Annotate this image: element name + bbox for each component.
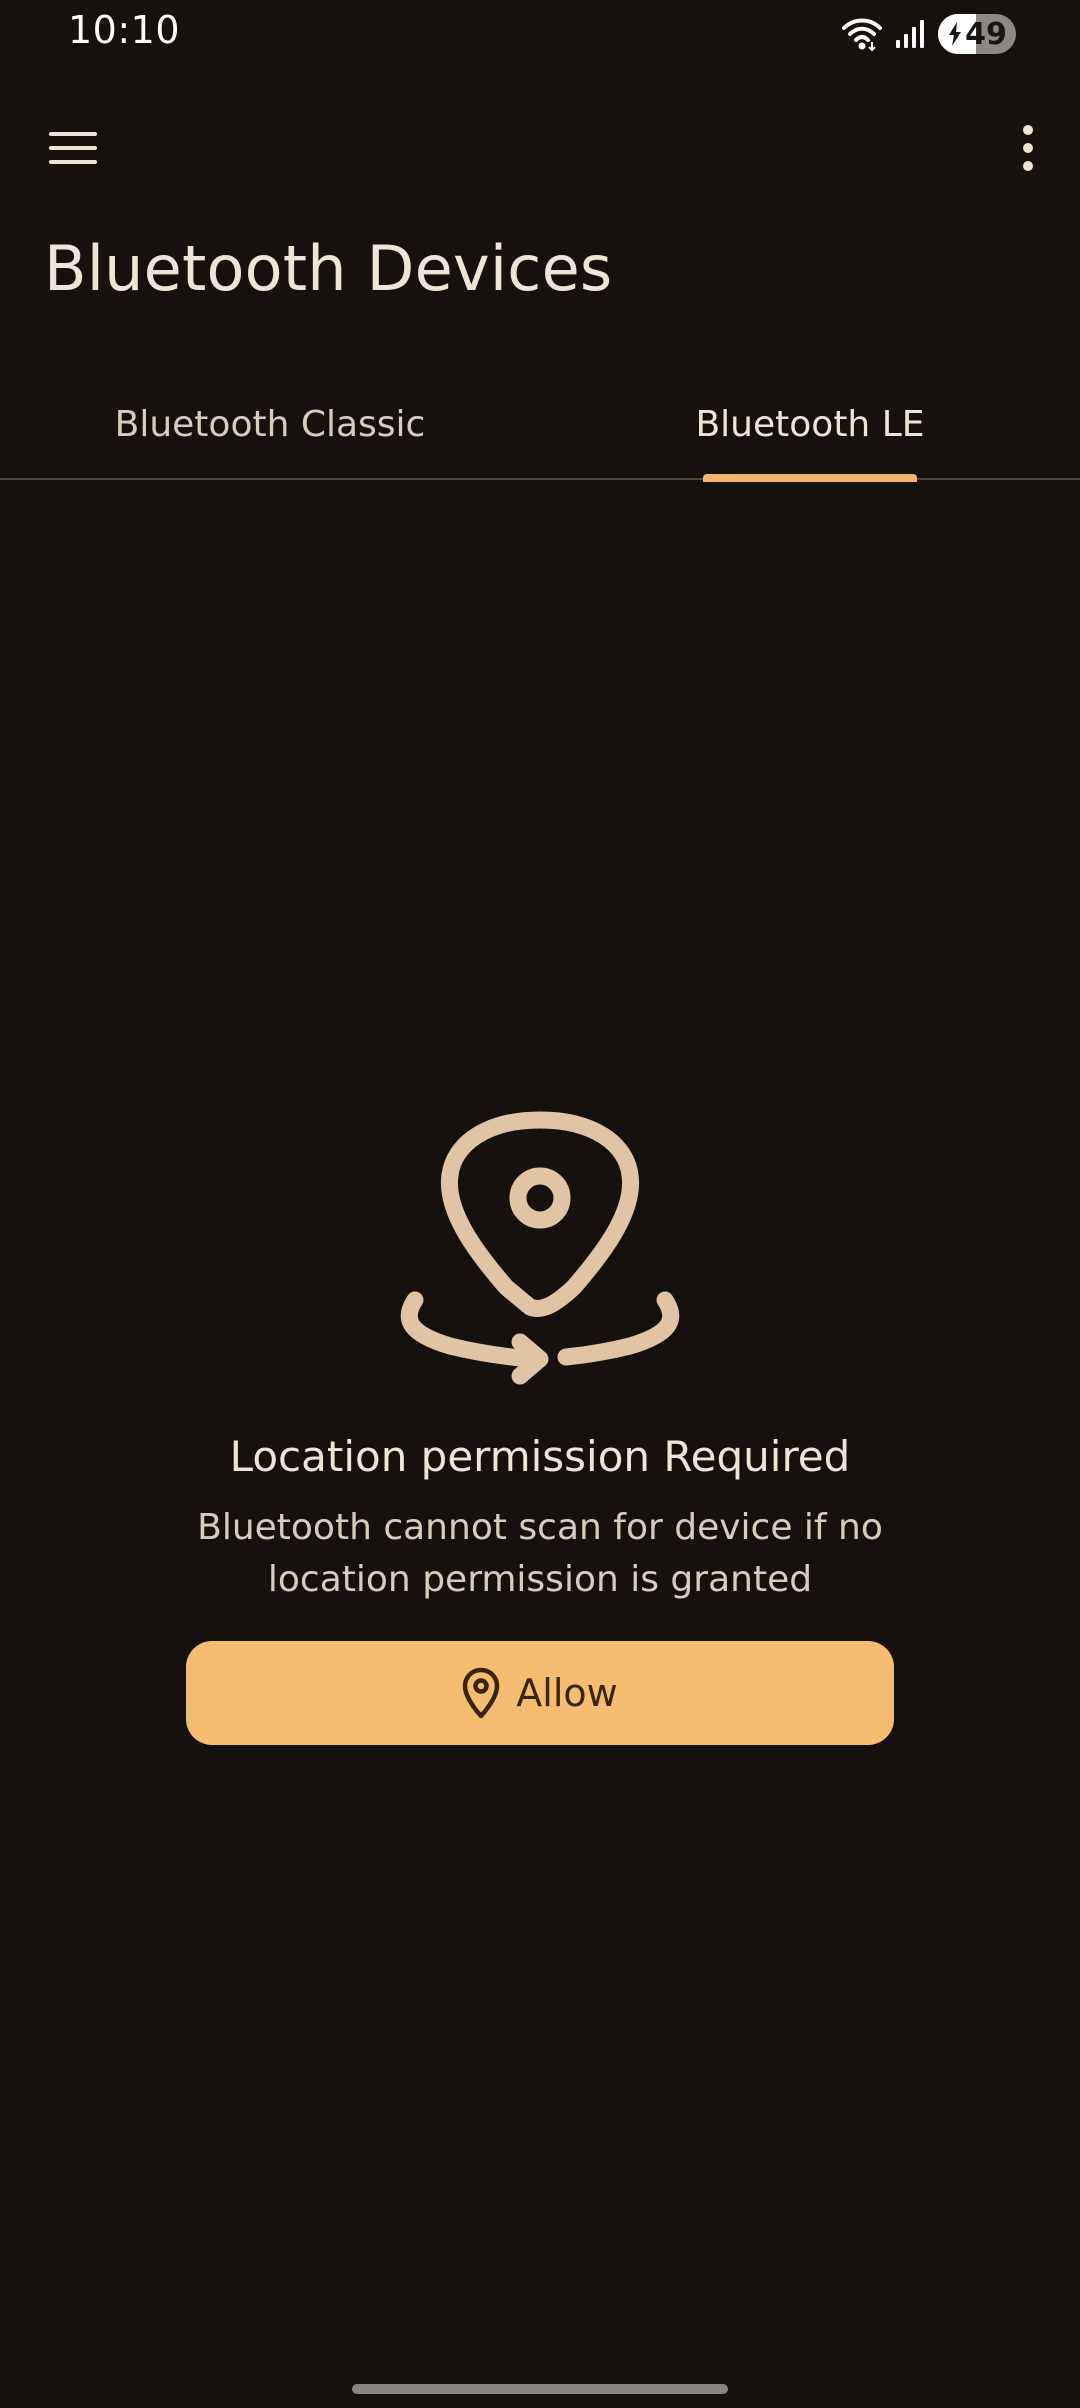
status-bar: 10:10 49 (0, 0, 1080, 66)
signal-icon (896, 20, 924, 48)
more-options-button[interactable] (984, 104, 1072, 192)
page-title: Bluetooth Devices (44, 232, 613, 305)
battery-level: 49 (965, 16, 1007, 52)
tab-label: Bluetooth Classic (114, 403, 426, 445)
wifi-icon (842, 18, 882, 52)
tab-label: Bluetooth LE (695, 403, 925, 445)
charging-icon (949, 22, 961, 46)
hamburger-menu-icon (49, 132, 97, 164)
tab-bar: Bluetooth Classic Bluetooth LE (0, 370, 1080, 482)
battery-indicator: 49 (938, 14, 1016, 54)
empty-state-message: Bluetooth cannot scan for device if no l… (197, 1507, 883, 1600)
active-tab-indicator (703, 474, 917, 482)
status-icons: 49 (842, 14, 1016, 54)
allow-button-label: Allow (516, 1671, 618, 1715)
more-vert-icon (1023, 125, 1033, 171)
location-pin-icon (463, 1667, 500, 1719)
tab-bluetooth-le[interactable]: Bluetooth LE (540, 370, 1080, 482)
menu-button[interactable] (30, 104, 118, 192)
home-indicator[interactable] (352, 2384, 728, 2394)
location-permission-icon (400, 1111, 680, 1385)
tab-bluetooth-classic[interactable]: Bluetooth Classic (0, 370, 540, 478)
status-time: 10:10 (68, 8, 181, 52)
empty-state-title: Location permission Required (229, 1432, 851, 1481)
allow-button[interactable]: Allow (186, 1641, 894, 1745)
